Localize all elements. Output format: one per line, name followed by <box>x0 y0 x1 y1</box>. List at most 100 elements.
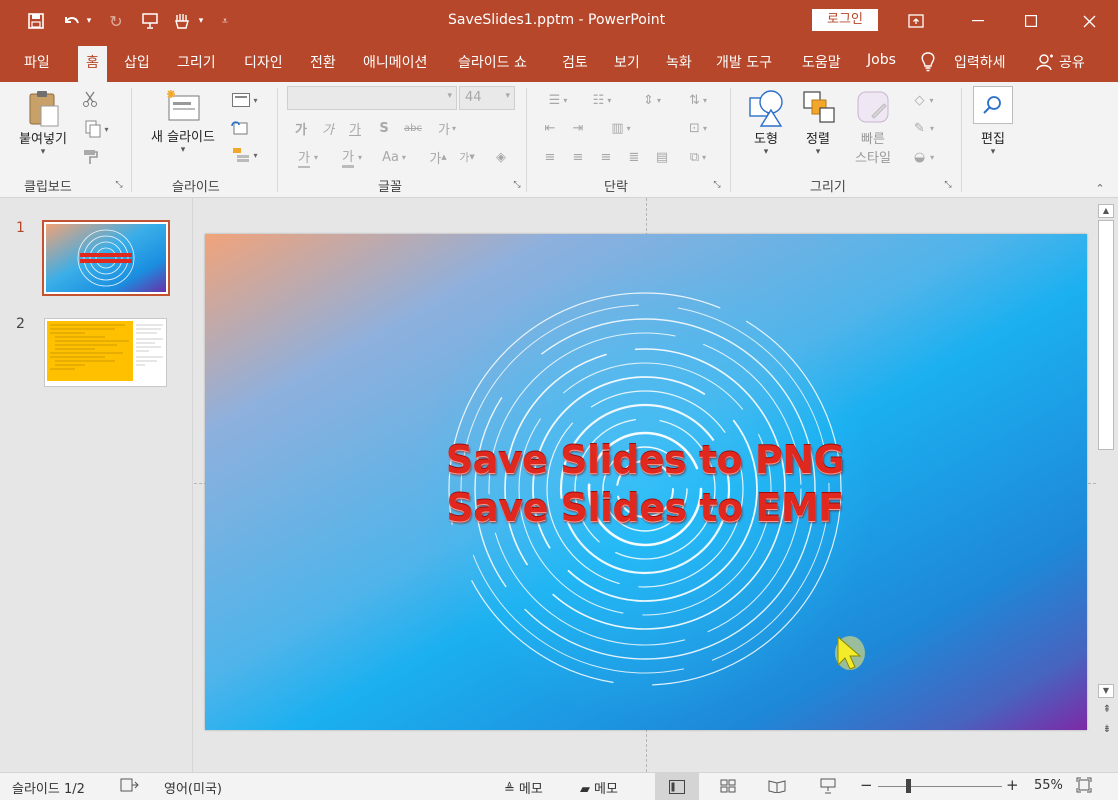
format-painter-icon[interactable] <box>80 146 102 168</box>
fit-to-window-icon[interactable] <box>1076 777 1092 797</box>
font-name-dropdown[interactable]: ▾ <box>287 86 457 110</box>
scroll-up-icon[interactable]: ▲ <box>1098 204 1114 218</box>
maximize-icon[interactable] <box>1008 0 1054 42</box>
section-icon[interactable]: ▾ <box>228 144 262 166</box>
touch-dropdown-icon[interactable]: ▾ <box>194 9 208 33</box>
scroll-thumb[interactable] <box>1098 220 1114 450</box>
user-icon[interactable] <box>1036 53 1054 75</box>
zoom-level[interactable]: 55% <box>1034 778 1063 793</box>
new-slide-button[interactable]: 새 슬라이드 ▾ <box>140 88 226 155</box>
tab-help[interactable]: 도움말 <box>802 52 841 72</box>
zoom-slider-thumb[interactable] <box>906 779 911 793</box>
comments-button[interactable]: ▰ 메모 <box>580 778 618 797</box>
copy-icon[interactable]: ▾ <box>80 118 114 140</box>
touch-mode-icon[interactable] <box>170 9 194 33</box>
editing-button[interactable]: 편집 ▾ <box>970 86 1016 157</box>
align-center-icon[interactable]: ≡ <box>566 146 590 168</box>
shape-effects-icon[interactable]: ◒ ▾ <box>904 146 944 168</box>
layout-icon[interactable]: ▾ <box>228 90 262 110</box>
tab-file[interactable]: 파일 <box>24 52 50 72</box>
tab-design[interactable]: 디자인 <box>244 52 283 72</box>
grow-font-button[interactable]: 가 ▲ <box>428 146 448 168</box>
smartart-icon[interactable]: ⧉ ▾ <box>678 146 718 168</box>
shape-fill-icon[interactable]: ◇ ▾ <box>904 90 944 110</box>
lightbulb-icon[interactable] <box>920 52 936 77</box>
tab-developer[interactable]: 개발 도구 <box>716 52 772 72</box>
font-launcher-icon[interactable]: ⤡ <box>512 180 522 190</box>
zoom-in-icon[interactable]: + <box>1006 776 1019 794</box>
cut-icon[interactable] <box>80 88 100 110</box>
char-spacing-button[interactable]: 가 ▾ <box>430 118 464 138</box>
collapse-ribbon-icon[interactable]: ⌃ <box>1092 182 1108 195</box>
slide-show-icon[interactable] <box>820 778 836 798</box>
zoom-out-icon[interactable]: − <box>860 776 873 794</box>
quick-styles-button[interactable]: 빠른 스타일 <box>844 88 902 166</box>
columns-icon[interactable]: ▥ ▾ <box>604 118 638 138</box>
login-button[interactable]: 로그인 <box>812 9 878 31</box>
slide-title-line-1[interactable]: Save Slides to PNG <box>205 438 1085 482</box>
zoom-slider[interactable] <box>878 786 1002 787</box>
present-icon[interactable] <box>138 9 162 33</box>
reset-slide-icon[interactable] <box>228 118 250 138</box>
strikethrough-icon[interactable]: abc <box>400 118 426 138</box>
tab-insert[interactable]: 삽입 <box>124 52 150 72</box>
paragraph-launcher-icon[interactable]: ⤡ <box>712 180 722 190</box>
slide-title-line-2[interactable]: Save Slides to EMF <box>205 486 1085 530</box>
customize-qat-icon[interactable]: ⩡ <box>216 9 234 33</box>
text-direction-icon[interactable]: ⇅ ▾ <box>678 90 718 110</box>
tab-animations[interactable]: 애니메이션 <box>363 52 427 72</box>
slide-count[interactable]: 슬라이드 1/2 <box>12 778 85 797</box>
slide-1[interactable]: Save Slides to PNG Save Slides to EMF <box>205 234 1087 730</box>
slide-thumbnail-2[interactable] <box>44 318 167 387</box>
normal-view-icon[interactable] <box>655 773 699 800</box>
bullets-icon[interactable]: ☰ ▾ <box>538 90 578 110</box>
shapes-button[interactable]: 도형 ▾ <box>742 88 790 157</box>
next-slide-icon[interactable]: ⇟ <box>1100 724 1114 740</box>
tab-view[interactable]: 보기 <box>614 52 640 72</box>
undo-icon[interactable] <box>60 9 84 33</box>
eraser-icon[interactable]: ◈ <box>490 146 512 168</box>
slide-sorter-icon[interactable] <box>720 779 736 797</box>
numbering-icon[interactable]: ☷ ▾ <box>582 90 622 110</box>
save-icon[interactable] <box>24 9 48 33</box>
reading-view-icon[interactable] <box>768 779 786 797</box>
bold-button[interactable]: 가 <box>293 118 309 138</box>
clipboard-launcher-icon[interactable]: ⤡ <box>114 180 124 190</box>
align-left-icon[interactable]: ≡ <box>538 146 562 168</box>
justify-icon[interactable]: ≣ <box>622 146 646 168</box>
tab-slide-show[interactable]: 슬라이드 쇼 <box>458 52 527 72</box>
tab-home[interactable]: 홈 <box>78 46 107 82</box>
shrink-font-button[interactable]: 가 ▼ <box>457 146 477 168</box>
arrange-button[interactable]: 정렬 ▾ <box>794 88 842 157</box>
align-text-icon[interactable]: ⊡ ▾ <box>678 118 718 138</box>
increase-indent-icon[interactable]: ⇥ <box>566 118 590 138</box>
tab-review[interactable]: 검토 <box>562 52 588 72</box>
drawing-launcher-icon[interactable]: ⤡ <box>943 180 953 190</box>
tab-transitions[interactable]: 전환 <box>310 52 336 72</box>
italic-button[interactable]: 가 <box>320 118 336 138</box>
minimize-icon[interactable] <box>955 0 1001 42</box>
slide-thumbnail-1[interactable] <box>42 220 170 296</box>
shape-outline-icon[interactable]: ✎ ▾ <box>904 118 944 138</box>
font-color-button[interactable]: 가 ▾ <box>334 146 370 168</box>
vertical-scrollbar[interactable]: ▲ ▼ ⇞ ⇟ <box>1096 198 1118 772</box>
change-case-button[interactable]: Aa ▾ <box>376 146 412 168</box>
tab-jobs[interactable]: Jobs <box>867 52 896 68</box>
font-size-dropdown[interactable]: 44 ▾ <box>459 86 515 110</box>
tab-draw[interactable]: 그리기 <box>177 52 216 72</box>
scroll-down-icon[interactable]: ▼ <box>1098 684 1114 698</box>
distributed-icon[interactable]: ▤ <box>650 146 674 168</box>
paste-button[interactable]: 붙여넣기 ▾ <box>12 88 74 157</box>
previous-slide-icon[interactable]: ⇞ <box>1100 704 1114 720</box>
tell-me-input[interactable]: 입력하세 <box>954 52 1006 72</box>
line-spacing-icon[interactable]: ⇕ ▾ <box>632 90 672 110</box>
underline-button[interactable]: 가 <box>347 118 363 138</box>
language-indicator[interactable]: 영어(미국) <box>164 778 222 797</box>
slide-editing-canvas[interactable]: Save Slides to PNG Save Slides to EMF <box>194 198 1096 772</box>
tab-record[interactable]: 녹화 <box>666 52 692 72</box>
undo-dropdown-icon[interactable]: ▾ <box>82 9 96 33</box>
decrease-indent-icon[interactable]: ⇤ <box>538 118 562 138</box>
ribbon-display-icon[interactable] <box>893 0 939 42</box>
accessibility-icon[interactable] <box>120 777 140 797</box>
align-right-icon[interactable]: ≡ <box>594 146 618 168</box>
